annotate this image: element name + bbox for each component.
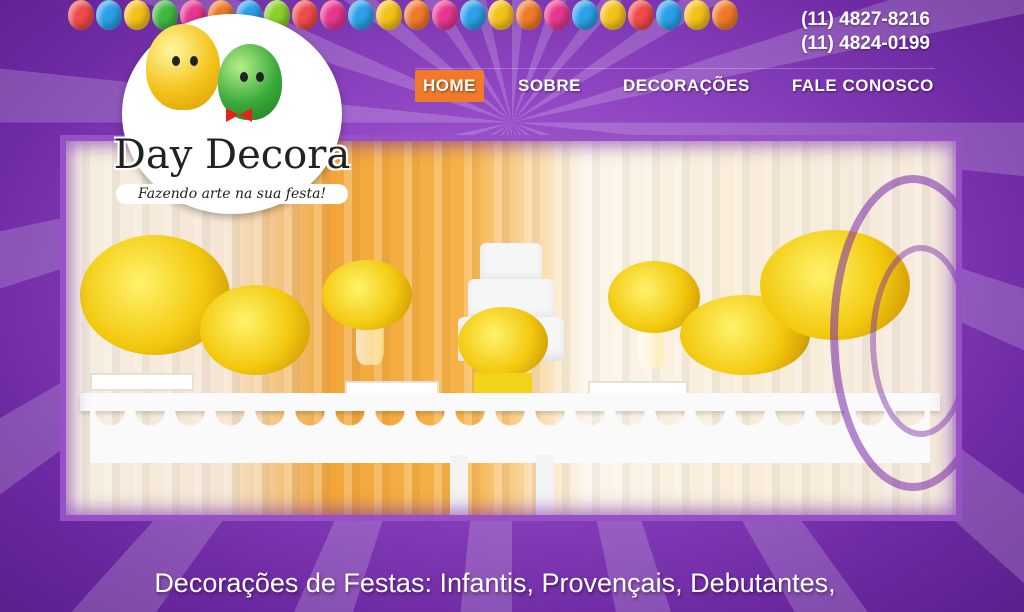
swirl-decoration [870,245,962,437]
balloon-icon [572,0,598,30]
balloon-garland [68,0,738,30]
nav-decoracoes[interactable]: DECORAÇÕES [615,70,758,102]
flower-arrangement [200,285,310,375]
table-lace-skirt [90,411,930,463]
balloon-icon [712,0,738,30]
balloon-icon [516,0,542,30]
balloon-icon [348,0,374,30]
nav-divider [415,68,935,69]
balloon-icon [292,0,318,30]
balloon-icon [488,0,514,30]
phone-numbers: (11) 4827-8216 (11) 4824-0199 [801,8,930,56]
sweets-tray [90,373,194,391]
eye-icon [240,72,248,82]
site-logo[interactable]: Day Decora Fazendo arte na sua festa! [114,14,350,214]
table-leg [536,455,554,521]
balloon-icon [432,0,458,30]
balloon-icon [320,0,346,30]
yellow-balloon-icon [146,24,220,110]
balloon-icon [96,0,122,30]
phone-1: (11) 4827-8216 [801,9,930,30]
main-nav: HOME SOBRE DECORAÇÕES FALE CONOSCO [415,70,942,102]
balloon-icon [684,0,710,30]
flower-arrangement [322,260,412,330]
balloon-icon [628,0,654,30]
page-headline: Decorações de Festas: Infantis, Provença… [154,568,836,598]
nav-home[interactable]: HOME [415,70,484,102]
balloon-icon [404,0,430,30]
eye-icon [172,56,180,66]
nav-fale-conosco[interactable]: FALE CONOSCO [784,70,942,102]
eye-icon [256,72,264,82]
balloon-icon [376,0,402,30]
logo-name: Day Decora [113,132,351,178]
cake-top-tier [480,243,542,283]
nav-sobre[interactable]: SOBRE [510,70,589,102]
balloon-icon [656,0,682,30]
logo-tagline: Fazendo arte na sua festa! [116,184,348,204]
eye-icon [190,56,198,66]
table-top [80,393,940,411]
green-balloon-icon [218,44,282,120]
phone-2: (11) 4824-0199 [801,33,930,54]
balloon-icon [460,0,486,30]
flower-arrangement [458,307,548,377]
balloon-icon [124,0,150,30]
table-leg [450,455,468,521]
balloon-icon [544,0,570,30]
balloon-icon [600,0,626,30]
balloon-icon [68,0,94,30]
